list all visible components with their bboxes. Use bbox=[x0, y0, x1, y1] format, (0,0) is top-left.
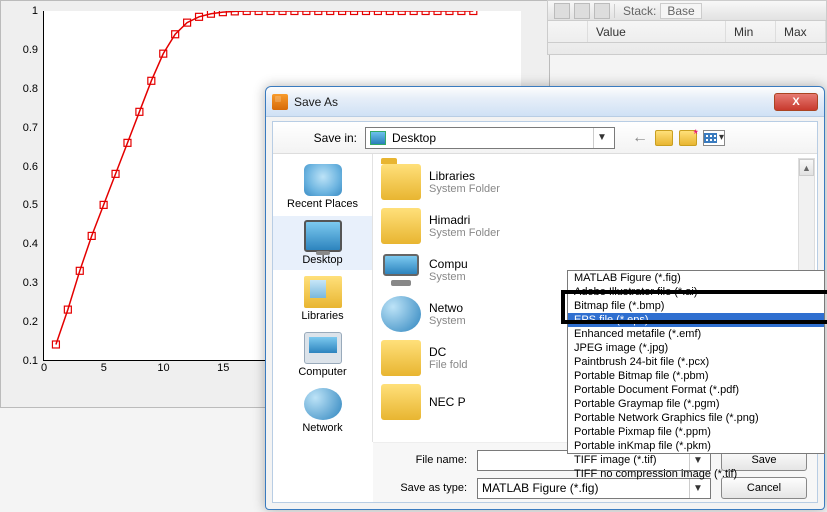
back-button[interactable]: ← bbox=[631, 129, 649, 147]
file-type-option[interactable]: Bitmap file (*.bmp) bbox=[568, 299, 824, 313]
file-icon bbox=[381, 384, 421, 420]
places-label: Libraries bbox=[301, 310, 343, 322]
places-label: Computer bbox=[298, 366, 346, 378]
file-type-option[interactable]: TIFF no compression image (*.tif) bbox=[568, 467, 824, 481]
y-tick: 0.8 bbox=[4, 83, 38, 95]
toolbar-icon[interactable] bbox=[554, 3, 570, 19]
file-name: Netwo bbox=[429, 301, 466, 315]
file-type-option[interactable]: MATLAB Figure (*.fig) bbox=[568, 271, 824, 285]
col-value[interactable]: Value bbox=[588, 21, 726, 42]
file-subtext: System Folder bbox=[429, 227, 500, 239]
places-item[interactable]: Recent Places bbox=[273, 160, 372, 214]
file-name: Himadri bbox=[429, 213, 500, 227]
file-item[interactable]: HimadriSystem Folder bbox=[377, 204, 813, 248]
y-tick: 0.4 bbox=[4, 238, 38, 250]
file-icon bbox=[381, 252, 421, 288]
file-type-option[interactable]: Portable inKmap file (*.pkm) bbox=[568, 439, 824, 453]
file-type-option[interactable]: Portable Graymap file (*.pgm) bbox=[568, 397, 824, 411]
chevron-down-icon: ▼ bbox=[593, 128, 610, 148]
col-max[interactable]: Max bbox=[776, 21, 826, 42]
up-one-level-button[interactable] bbox=[655, 130, 673, 146]
file-list[interactable]: LibrariesSystem FolderHimadriSystem Fold… bbox=[373, 154, 817, 442]
places-label: Network bbox=[302, 422, 342, 434]
places-item[interactable]: Desktop bbox=[273, 216, 372, 270]
x-tick: 5 bbox=[101, 362, 107, 374]
toolbar-icon[interactable] bbox=[594, 3, 610, 19]
new-folder-button[interactable] bbox=[679, 130, 697, 146]
computer-icon bbox=[304, 332, 342, 364]
file-subtext: System bbox=[429, 315, 466, 327]
places-label: Recent Places bbox=[287, 198, 358, 210]
file-type-dropdown[interactable]: MATLAB Figure (*.fig)Adobe Illustrator f… bbox=[567, 270, 825, 454]
y-tick: 0.9 bbox=[4, 44, 38, 56]
file-type-option[interactable]: Portable Document Format (*.pdf) bbox=[568, 383, 824, 397]
scroll-up-button[interactable]: ▲ bbox=[799, 159, 814, 176]
file-name: NEC P bbox=[429, 395, 466, 409]
libraries-icon bbox=[304, 276, 342, 308]
x-tick: 15 bbox=[217, 362, 229, 374]
workspace-columns: Value Min Max bbox=[548, 21, 826, 43]
stack-label: Stack: bbox=[623, 4, 656, 18]
file-type-option[interactable]: Portable Pixmap file (*.ppm) bbox=[568, 425, 824, 439]
stack-select[interactable]: Base bbox=[660, 3, 701, 19]
toolbar-icon[interactable] bbox=[574, 3, 590, 19]
workspace-panel: Stack: Base Value Min Max bbox=[547, 0, 827, 55]
chevron-down-icon[interactable]: ▼ bbox=[689, 479, 706, 498]
y-tick: 0.1 bbox=[4, 355, 38, 367]
col-min[interactable]: Min bbox=[726, 21, 776, 42]
x-tick: 10 bbox=[157, 362, 169, 374]
file-type-option[interactable]: EPS file (*.eps) bbox=[568, 313, 824, 327]
filename-label: File name: bbox=[383, 454, 467, 466]
file-name: Compu bbox=[429, 257, 468, 271]
savein-select[interactable]: Desktop ▼ bbox=[365, 127, 615, 149]
file-subtext: System Folder bbox=[429, 183, 500, 195]
file-subtext: System bbox=[429, 271, 468, 283]
matlab-icon bbox=[272, 94, 288, 110]
file-subtext: File fold bbox=[429, 359, 468, 371]
dialog-title: Save As bbox=[294, 95, 774, 109]
file-name: DC bbox=[429, 345, 468, 359]
file-icon bbox=[381, 296, 421, 332]
x-tick: 0 bbox=[41, 362, 47, 374]
desktop-icon bbox=[304, 220, 342, 252]
save-as-dialog: Save As X Save in: Desktop ▼ ← ▾ Recent … bbox=[265, 86, 825, 510]
file-type-option[interactable]: Adobe Illustrator file (*.ai) bbox=[568, 285, 824, 299]
y-tick: 1 bbox=[4, 5, 38, 17]
saveastype-label: Save as type: bbox=[383, 482, 467, 494]
file-icon bbox=[381, 208, 421, 244]
places-label: Desktop bbox=[302, 254, 342, 266]
places-item[interactable]: Libraries bbox=[273, 272, 372, 326]
recent-places-icon bbox=[304, 164, 342, 196]
file-icon bbox=[381, 164, 421, 200]
places-item[interactable]: Computer bbox=[273, 328, 372, 382]
desktop-icon bbox=[370, 131, 386, 145]
file-type-option[interactable]: Paintbrush 24-bit file (*.pcx) bbox=[568, 355, 824, 369]
file-type-option[interactable]: Portable Network Graphics file (*.png) bbox=[568, 411, 824, 425]
file-icon bbox=[381, 340, 421, 376]
y-tick: 0.2 bbox=[4, 316, 38, 328]
file-type-option[interactable]: Portable Bitmap file (*.pbm) bbox=[568, 369, 824, 383]
network-icon bbox=[304, 388, 342, 420]
titlebar[interactable]: Save As X bbox=[266, 87, 824, 117]
file-type-option[interactable]: TIFF image (*.tif) bbox=[568, 453, 824, 467]
places-item[interactable]: Network bbox=[273, 384, 372, 438]
view-menu-button[interactable]: ▾ bbox=[703, 130, 725, 146]
y-tick: 0.3 bbox=[4, 277, 38, 289]
savein-label: Save in: bbox=[283, 131, 357, 145]
savein-value: Desktop bbox=[392, 131, 436, 145]
close-button[interactable]: X bbox=[774, 93, 818, 111]
close-icon: X bbox=[792, 96, 799, 108]
file-item[interactable]: LibrariesSystem Folder bbox=[377, 160, 813, 204]
places-bar: Recent Places Desktop Libraries Computer Net… bbox=[273, 154, 373, 442]
file-type-option[interactable]: Enhanced metafile (*.emf) bbox=[568, 327, 824, 341]
y-tick: 0.7 bbox=[4, 122, 38, 134]
file-type-option[interactable]: JPEG image (*.jpg) bbox=[568, 341, 824, 355]
file-name: Libraries bbox=[429, 169, 500, 183]
y-tick: 0.5 bbox=[4, 199, 38, 211]
y-tick: 0.6 bbox=[4, 161, 38, 173]
